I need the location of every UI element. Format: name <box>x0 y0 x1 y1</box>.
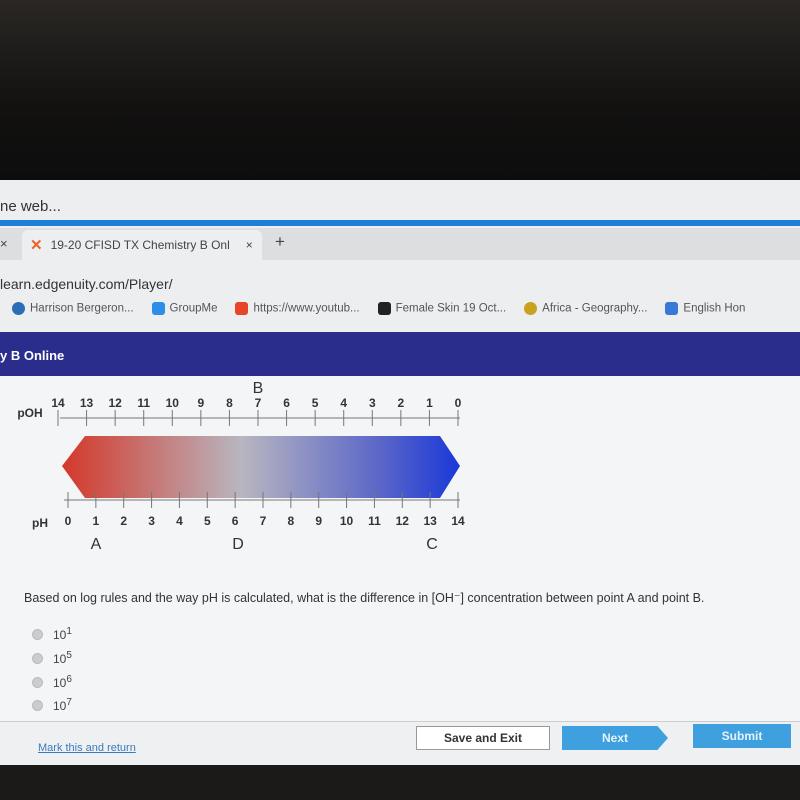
tab-close-icon[interactable]: × <box>246 238 253 252</box>
radio-button[interactable] <box>32 628 43 640</box>
question-text: Based on log rules and the way pH is cal… <box>24 591 705 605</box>
submit-button[interactable]: Submit <box>693 724 791 748</box>
poh-tick-label: 6 <box>283 396 290 410</box>
bookmark-africa[interactable]: Africa - Geography... <box>524 302 647 315</box>
poh-tick-label: 5 <box>311 396 319 410</box>
ph-tick-label: 13 <box>423 514 437 528</box>
ph-tick-label: 3 <box>148 514 155 528</box>
bookmark-youtube[interactable]: https://www.youtub... <box>235 302 360 315</box>
bookmarks-bar: Harrison Bergeron... GroupMe https://www… <box>0 302 800 315</box>
footer: Mark this and return Save and Exit Next … <box>0 721 800 765</box>
poh-tick-label: 3 <box>368 396 376 410</box>
address-bar[interactable]: learn.edgenuity.com/Player/ <box>0 276 173 292</box>
ph-tick-label: 11 <box>368 514 381 528</box>
ph-tick-label: 1 <box>92 514 100 528</box>
tab-label: 19-20 CFISD TX Chemistry B Onl <box>50 238 230 252</box>
ph-tick-label: 4 <box>176 514 183 528</box>
save-and-exit-button[interactable]: Save and Exit <box>416 726 550 750</box>
tab-bar: × ✕ 19-20 CFISD TX Chemistry B Onl × + <box>0 228 800 260</box>
ph-tick-label: 14 <box>451 514 465 528</box>
docs-icon <box>665 302 679 315</box>
ph-scale-diagram: pOH B pH A D C 14 0 13 1 12 2 11 3 10 4 9 5 8 6 7 7 6 8 5 9… <box>0 376 500 566</box>
poh-tick-label: 9 <box>197 396 205 410</box>
lightbulb-icon <box>524 302 538 315</box>
option-1[interactable]: 101 <box>32 626 72 642</box>
mark-and-return-link[interactable]: Mark this and return <box>38 742 136 754</box>
loading-bar <box>0 220 800 226</box>
prev-tab-close-icon[interactable]: × <box>0 236 8 251</box>
scale-graphic <box>57 410 460 508</box>
poh-tick-label: 12 <box>108 396 122 410</box>
groupme-icon <box>151 302 165 315</box>
quizlet-icon <box>12 302 25 315</box>
new-tab-button[interactable]: + <box>275 232 285 252</box>
option-4[interactable]: 107 <box>32 697 72 713</box>
poh-tick-label: 11 <box>137 396 151 410</box>
poh-tick-label: 8 <box>226 396 233 410</box>
bookmark-groupme[interactable]: GroupMe <box>151 302 217 315</box>
ph-tick-label: 5 <box>203 514 211 528</box>
course-header: y B Online <box>0 332 800 376</box>
point-d-label: D <box>232 536 244 553</box>
background-room <box>0 0 800 180</box>
ph-tick-label: 0 <box>64 514 72 528</box>
ph-tick-label: 7 <box>259 514 267 528</box>
poh-tick-label: 10 <box>165 396 179 410</box>
next-button[interactable]: Next <box>562 726 668 750</box>
point-c-label: C <box>426 536 438 553</box>
poh-tick-label: 14 <box>51 396 65 410</box>
option-2[interactable]: 105 <box>32 650 72 666</box>
poh-tick-label: 13 <box>79 396 94 410</box>
poh-tick-label: 7 <box>254 396 262 410</box>
poh-tick-label: 0 <box>454 396 462 410</box>
radio-button[interactable] <box>32 676 43 688</box>
poh-tick-label: 1 <box>426 396 433 410</box>
radio-button[interactable] <box>32 652 43 664</box>
tsr-icon <box>377 302 391 315</box>
bookmark-english[interactable]: English Hon <box>665 302 745 315</box>
ph-tick-label: 8 <box>287 514 295 528</box>
ph-tick-label: 9 <box>315 514 323 528</box>
search-text: ne web... <box>0 198 61 215</box>
radio-button[interactable] <box>32 699 43 711</box>
point-a-label: A <box>90 536 102 553</box>
course-title: y B Online <box>0 348 65 363</box>
ph-tick-label: 2 <box>120 514 128 528</box>
browser-window: ne web... × ✕ 19-20 CFISD TX Chemistry B… <box>0 180 800 765</box>
poh-tick-label: 2 <box>397 396 405 410</box>
ph-gradient-bar <box>62 436 460 498</box>
ph-tick-label: 10 <box>339 514 354 528</box>
tab-active[interactable]: ✕ 19-20 CFISD TX Chemistry B Onl × <box>22 230 262 260</box>
ph-tick-label: 12 <box>395 514 409 528</box>
ph-tick-label: 6 <box>231 514 239 528</box>
bookmark-harrison[interactable]: Harrison Bergeron... <box>12 302 134 315</box>
question-panel: pOH B pH A D C 14 0 13 1 12 2 11 3 10 4 9 5 8 6 7 7 6 8 5 9… <box>0 376 800 721</box>
bookmark-female-skin[interactable]: Female Skin 19 Oct... <box>377 302 506 315</box>
ph-label: pH <box>32 516 48 530</box>
youtube-icon <box>235 302 249 315</box>
poh-tick-label: 4 <box>340 396 348 410</box>
option-3[interactable]: 106 <box>32 674 72 690</box>
edgenuity-icon: ✕ <box>30 237 43 254</box>
